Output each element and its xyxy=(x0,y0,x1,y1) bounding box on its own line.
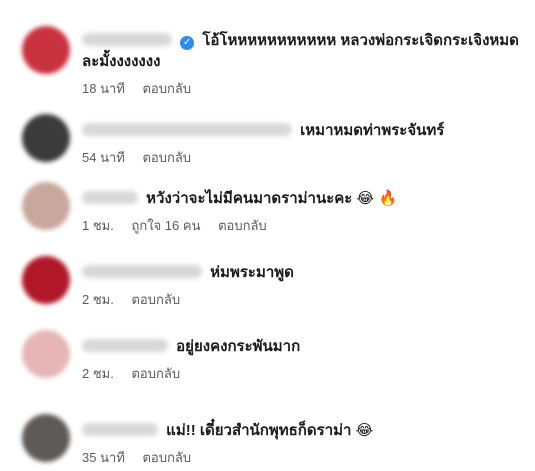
username-blurred[interactable] xyxy=(82,123,292,136)
avatar[interactable] xyxy=(22,414,70,462)
comment-text: แม่!! เดี๋ยวสำนักพุทธก็ดราม่า 😂 xyxy=(82,420,527,441)
reply-button[interactable]: ตอบกลับ xyxy=(142,81,191,96)
timestamp: 2 ชม. xyxy=(82,366,114,381)
avatar[interactable] xyxy=(22,26,70,74)
comment-text: ห่มพระมาพูด xyxy=(82,262,527,283)
reply-button[interactable]: ตอบกลับ xyxy=(131,366,180,381)
reply-button[interactable]: ตอบกลับ xyxy=(131,292,180,307)
timestamp: 35 นาที xyxy=(82,450,125,465)
comment-text-continued: ละมั้งงงงงงง xyxy=(82,53,161,70)
timestamp: 2 ชม. xyxy=(82,292,114,307)
username-blurred[interactable] xyxy=(82,33,172,46)
reply-button[interactable]: ตอบกลับ xyxy=(142,450,191,465)
username-blurred[interactable] xyxy=(82,339,168,352)
avatar[interactable] xyxy=(22,182,70,230)
laugh-emoji-icon: 😂 xyxy=(355,421,374,439)
username-blurred[interactable] xyxy=(82,423,158,436)
verified-badge-icon: ✓ xyxy=(180,36,195,50)
reply-button[interactable]: ตอบกลับ xyxy=(142,150,191,165)
comment-meta: 35 นาที ตอบกลับ xyxy=(82,447,527,468)
laugh-fire-emoji-icon: 😂 🔥 xyxy=(356,189,398,207)
likes-count[interactable]: ถูกใจ 16 คน xyxy=(131,218,200,233)
comment-meta: 1 ชม. ถูกใจ 16 คน ตอบกลับ xyxy=(82,215,527,236)
comment-meta: 2 ชม. ตอบกลับ xyxy=(82,289,527,310)
avatar[interactable] xyxy=(22,256,70,304)
reply-button[interactable]: ตอบกลับ xyxy=(218,218,267,233)
comment-meta: 18 นาที ตอบกลับ xyxy=(82,78,527,99)
comment-text: เหมาหมดท่าพระจันทร์ xyxy=(82,120,527,141)
timestamp: 18 นาที xyxy=(82,81,125,96)
username-blurred[interactable] xyxy=(82,265,202,278)
avatar[interactable] xyxy=(22,330,70,378)
timestamp: 1 ชม. xyxy=(82,218,114,233)
comment-text: ✓ โอ้โหหหหหหหหหหห หลวงพ่อกระเจิดกระเจิงห… xyxy=(82,30,527,51)
comment-text: อยู่ยงคงกระพันมาก xyxy=(82,336,527,357)
username-blurred[interactable] xyxy=(82,191,138,204)
timestamp: 54 นาที xyxy=(82,150,125,165)
comment-text: หวังว่าจะไม่มีคนมาดราม่านะคะ 😂 🔥 xyxy=(82,188,527,209)
avatar[interactable] xyxy=(22,114,70,162)
comment-meta: 54 นาที ตอบกลับ xyxy=(82,147,527,168)
comment-meta: 2 ชม. ตอบกลับ xyxy=(82,363,527,384)
